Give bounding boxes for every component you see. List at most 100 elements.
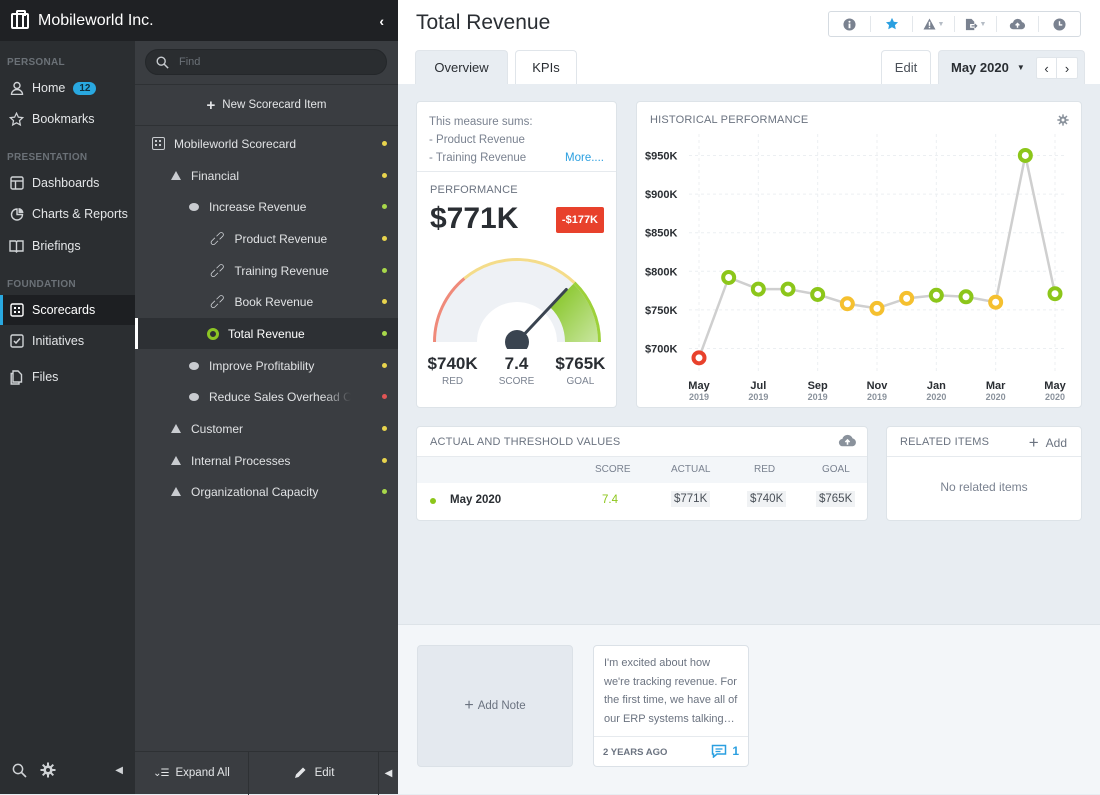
tree-item-increase-revenue[interactable]: Increase Revenue [135, 191, 398, 222]
tree-item-label: Product Revenue [234, 231, 328, 246]
note-card[interactable]: I'm excited about how we're tracking rev… [593, 645, 749, 767]
x-tick-month: Jul [750, 380, 766, 392]
search-icon[interactable] [12, 763, 27, 778]
new-scorecard-item-button[interactable]: + New Scorecard Item [135, 84, 398, 126]
tree-item-improve-profitability[interactable]: Improve Profitability [135, 350, 398, 381]
period-dropdown[interactable]: May 2020 ▼ [951, 60, 1025, 75]
page-title: Total Revenue [416, 11, 551, 34]
edit-button[interactable]: Edit [881, 50, 931, 84]
x-tick-year: 2019 [689, 392, 709, 402]
add-label: Add [1045, 436, 1067, 450]
dashboard-icon [9, 176, 24, 191]
export-icon [965, 18, 978, 30]
column-header-red: RED [754, 464, 776, 475]
upload-button[interactable] [997, 16, 1039, 32]
status-dot [382, 363, 387, 368]
tree-item-product-revenue[interactable]: ⊂⊃ Product Revenue [135, 223, 398, 254]
plus-icon: + [206, 96, 216, 114]
edit-tree-button[interactable]: Edit [249, 751, 379, 795]
data-point [810, 286, 826, 302]
x-tick-month: Jan [927, 380, 946, 392]
row-goal[interactable]: $765K [816, 491, 856, 507]
related-items-title: RELATED ITEMS [900, 436, 990, 448]
alert-button[interactable]: ▼ [913, 16, 955, 32]
nav-item-initiatives[interactable]: Initiatives [0, 326, 135, 356]
star-icon [9, 111, 24, 127]
expand-icon: ⌄☰ [153, 767, 169, 779]
x-tick-year: 2019 [748, 392, 768, 402]
collapse-sidebar-button[interactable]: ‹ [379, 13, 384, 29]
info-button[interactable] [829, 16, 871, 32]
clock-icon [1053, 17, 1066, 31]
nav-label: Charts & Reports [32, 207, 128, 221]
tree-item-total-revenue[interactable]: Total Revenue [135, 318, 398, 349]
nav-item-charts-reports[interactable]: Charts & Reports [0, 199, 135, 229]
values-table-card: ACTUAL AND THRESHOLD VALUES SCORE ACTUAL… [416, 426, 868, 521]
row-actual[interactable]: $771K [671, 491, 711, 507]
row-red[interactable]: $740K [747, 491, 787, 507]
alert-icon [923, 18, 936, 30]
nav-item-home[interactable]: Home 12 [0, 73, 135, 103]
nav-item-dashboards[interactable]: Dashboards [0, 168, 135, 198]
chevron-down-icon: ▼ [937, 20, 945, 28]
tree-item-book-revenue[interactable]: ⊂⊃ Book Revenue [135, 286, 398, 317]
nav-item-scorecards[interactable]: Scorecards [0, 295, 135, 325]
tree-item-mobileworld-scorecard[interactable]: Mobileworld Scorecard [135, 128, 398, 159]
data-point [780, 281, 796, 297]
add-related-button[interactable]: + Add [1029, 433, 1067, 453]
page-header: Total Revenue ▼ ▼ Overview KPIs Edit May… [398, 0, 1100, 84]
tree-item-financial[interactable]: Financial [135, 160, 398, 191]
chart-settings-icon[interactable] [1057, 114, 1069, 126]
history-button[interactable] [1039, 16, 1080, 32]
tab-overview[interactable]: Overview [415, 50, 508, 84]
tree-item-organizational-capacity[interactable]: Organizational Capacity [135, 476, 398, 507]
find-input[interactable]: Find [145, 49, 387, 75]
collapse-nav-icon[interactable]: ◀ [115, 765, 123, 776]
org-header: Mobileworld Inc. ‹ [0, 0, 398, 41]
export-button[interactable]: ▼ [955, 16, 997, 32]
bookmark-button[interactable] [871, 16, 913, 32]
goal-threshold: $765K GOAL [555, 354, 605, 387]
tree-item-label: Financial [191, 168, 240, 183]
add-note-button[interactable]: + Add Note [417, 645, 573, 767]
nav-label: Bookmarks [32, 112, 95, 126]
note-text: I'm excited about how we're tracking rev… [594, 646, 748, 737]
tree-item-reduce-sales-overhead[interactable]: Reduce Sales Overhead Costs [135, 381, 398, 412]
red-threshold: $740K RED [428, 354, 478, 387]
previous-period-button[interactable]: ‹ [1037, 58, 1057, 78]
expand-all-button[interactable]: ⌄☰ Expand All [135, 751, 249, 795]
cloud-upload-icon[interactable] [838, 434, 857, 447]
nav-item-briefings[interactable]: Briefings [0, 231, 135, 261]
tab-kpis[interactable]: KPIs [515, 50, 577, 84]
tree-item-internal-processes[interactable]: Internal Processes [135, 445, 398, 476]
note-comments[interactable]: 1 [711, 744, 739, 758]
more-link[interactable]: More.... [565, 149, 604, 167]
tree-item-label: Total Revenue [228, 326, 305, 341]
collapse-tree-button[interactable]: ◀ [379, 752, 398, 795]
perspective-icon [171, 487, 181, 496]
column-header-score: SCORE [595, 464, 631, 475]
performance-card: This measure sums: - Product Revenue - T… [416, 101, 617, 408]
values-table-header: SCORE ACTUAL RED GOAL [417, 456, 867, 483]
nav-item-files[interactable]: Files [0, 362, 135, 392]
objective-icon [189, 392, 199, 401]
goal-value: $765K [555, 354, 606, 373]
table-row[interactable]: May 2020 7.4 $771K $740K $765K [417, 483, 867, 519]
tree-item-label: Organizational Capacity [191, 484, 319, 499]
scorecard-icon [152, 137, 165, 150]
y-tick-label: $850K [645, 228, 677, 240]
nav-item-bookmarks[interactable]: Bookmarks [0, 104, 135, 134]
find-placeholder: Find [179, 56, 201, 68]
period-selector-group: May 2020 ▼ ‹ › [938, 50, 1085, 84]
gear-icon[interactable] [40, 762, 56, 778]
nav-section-foundation: FOUNDATION [7, 279, 76, 290]
perspective-icon [171, 424, 181, 433]
column-header-actual: ACTUAL [671, 464, 711, 475]
data-point [928, 287, 944, 303]
tree-item-label: Increase Revenue [209, 199, 307, 214]
tree-item-customer[interactable]: Customer [135, 413, 398, 444]
next-period-button[interactable]: › [1057, 58, 1077, 78]
nav-label: Home [32, 81, 66, 95]
tree-item-training-revenue[interactable]: ⊂⊃ Training Revenue [135, 255, 398, 286]
score: 7.4 SCORE [499, 354, 535, 387]
